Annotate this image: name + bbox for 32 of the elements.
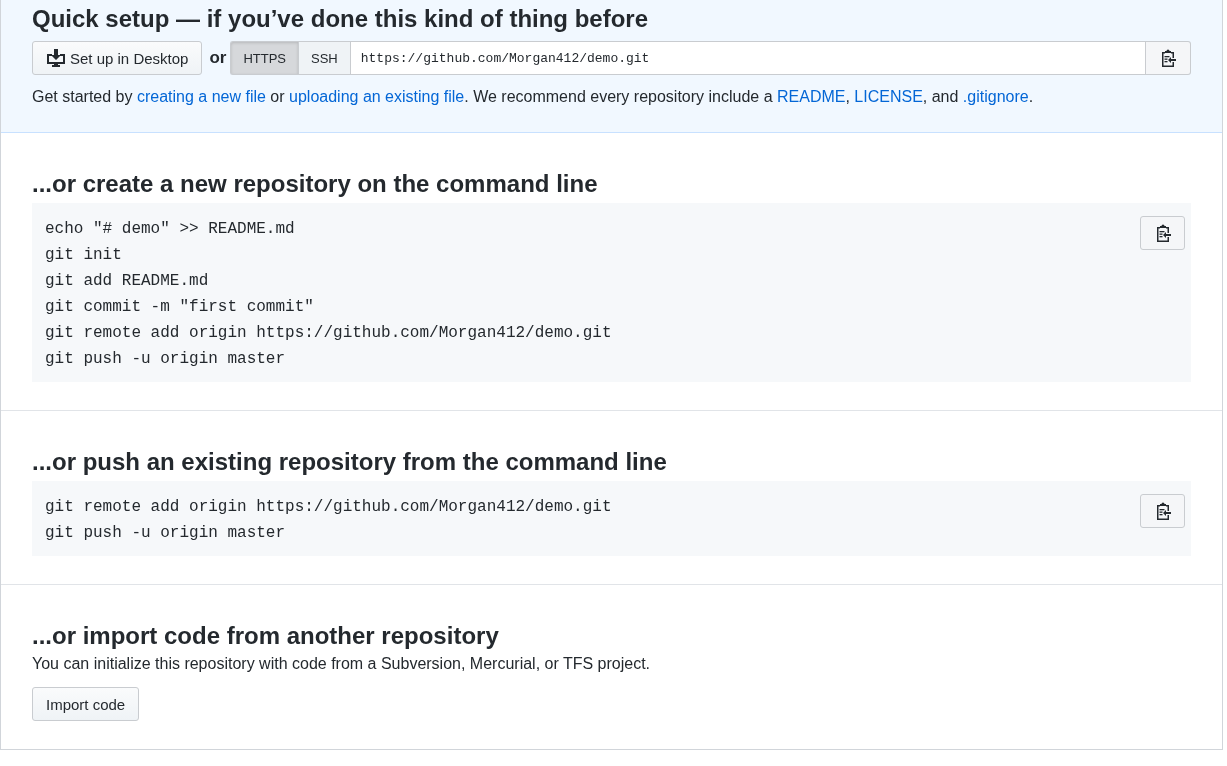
code-line: echo "# demo" >> README.md: [45, 219, 296, 240]
protocol-tab[interactable]: HTTPS: [230, 41, 299, 75]
code-line: git push -u origin master: [45, 523, 287, 544]
section-title: ...or push an existing repository from the command line: [32, 447, 668, 477]
desktop-button[interactable]: Set up in Desktop: [32, 41, 203, 75]
import-description: You can initialize this repository with code from a Subversion, Mercurial, or TFS project.: [32, 655, 652, 673]
section-title: Quick setup — if you’ve done this kind of thing before: [32, 4, 650, 34]
copy-button[interactable]: [1140, 216, 1185, 250]
code-line: git commit -m "first commit": [45, 297, 315, 318]
code-line: git remote add origin https://github.com/Morgan412/demo.git: [45, 497, 613, 518]
or-label: or: [209, 48, 227, 68]
link[interactable]: LICENSE: [854, 88, 923, 105]
link[interactable]: README: [777, 88, 846, 105]
code-line: git add README.md: [45, 271, 210, 292]
code-line: git init: [45, 245, 123, 266]
clipboard-icon: [1154, 502, 1171, 520]
link[interactable]: .gitignore: [962, 88, 1029, 105]
instructions-text: Get started by creating a new file or uploading an existing file. We recommend every repository include a README, LICENSE, and .gitignore.: [32, 88, 1035, 106]
copy-button[interactable]: [1140, 494, 1185, 528]
protocol-tab[interactable]: SSH: [298, 41, 350, 75]
code-line: git push -u origin master: [45, 349, 287, 370]
copy-button[interactable]: [1146, 41, 1191, 75]
clone-url-field[interactable]: https://github.com/Morgan412/demo.git: [349, 41, 1146, 75]
code-line: git remote add origin https://github.com/Morgan412/demo.git: [45, 323, 613, 344]
section-title: ...or create a new repository on the command line: [32, 169, 599, 199]
link[interactable]: uploading an existing file: [289, 88, 465, 105]
clipboard-icon: [1154, 224, 1171, 242]
link[interactable]: creating a new file: [136, 88, 266, 105]
import-button[interactable]: Import code: [32, 687, 140, 721]
section-title: ...or import code from another repository: [32, 621, 500, 651]
clipboard-icon: [1160, 49, 1176, 67]
download-icon: [46, 49, 66, 67]
